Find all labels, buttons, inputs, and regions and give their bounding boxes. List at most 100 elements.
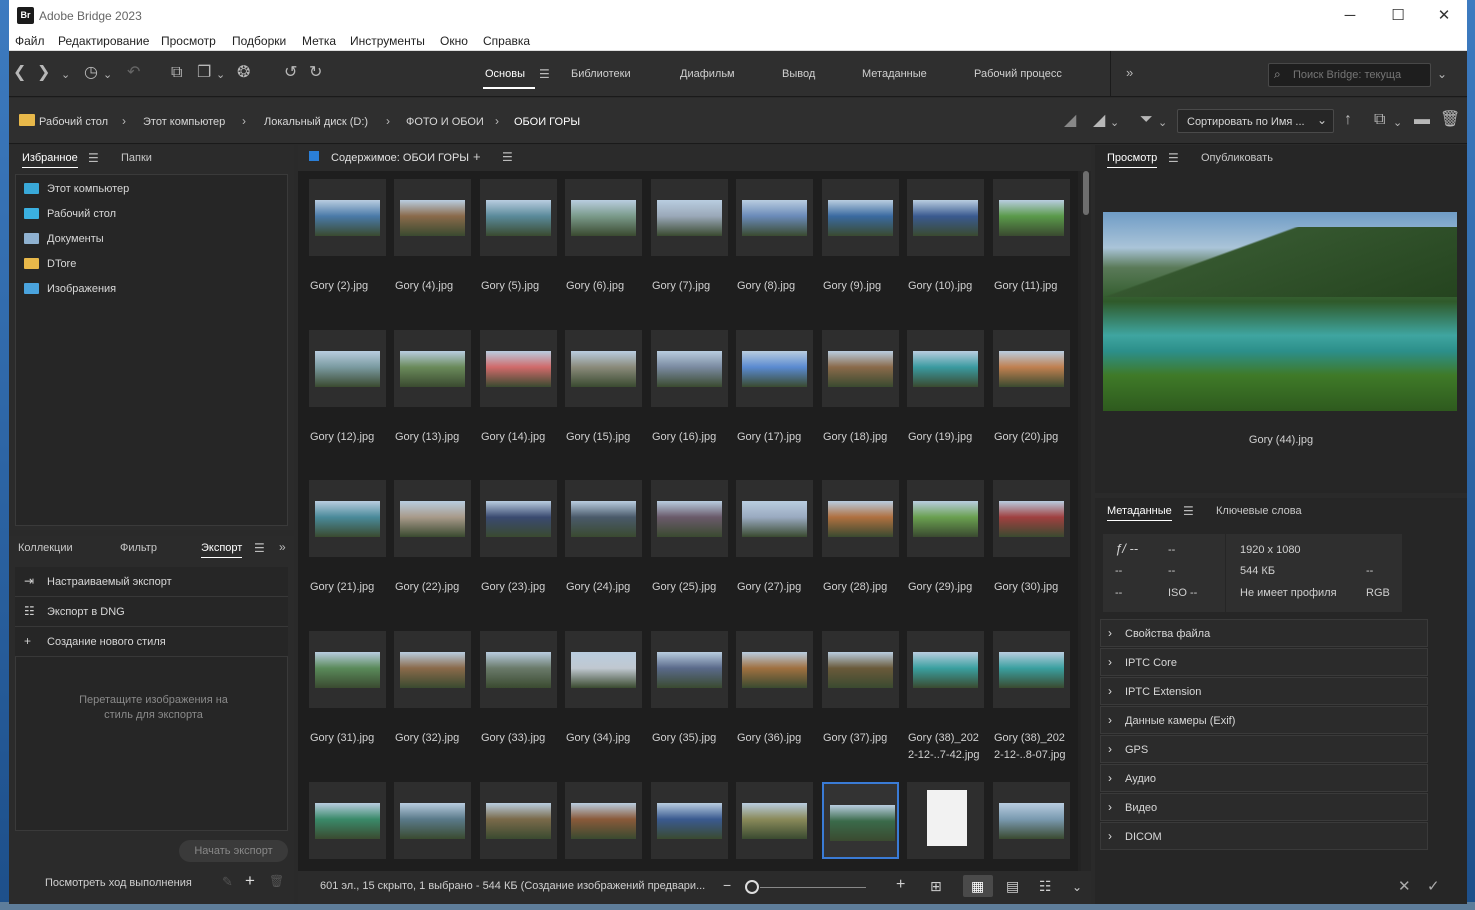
zoom-out-icon[interactable]: −	[723, 877, 731, 893]
favorite-item-pictures[interactable]: Изображения	[24, 280, 274, 298]
thumbnail-frame[interactable]	[309, 179, 386, 256]
thumbnail-item[interactable]: Gory (6).jpg	[565, 179, 642, 327]
thumbnail-item[interactable]: Gory (37).jpg	[822, 631, 899, 779]
details-view-icon[interactable]: ▤	[1006, 878, 1019, 895]
thumbnail-item[interactable]	[736, 782, 813, 871]
favorite-item-documents[interactable]: Документы	[24, 230, 274, 248]
thumbnail-item[interactable]: Gory (11).jpg	[993, 179, 1070, 327]
thumbnail-item[interactable]: Gory (31).jpg	[309, 631, 386, 779]
tab-export[interactable]: Экспорт	[201, 542, 243, 558]
favorite-item-desktop[interactable]: Рабочий стол	[24, 205, 274, 223]
metadata-section[interactable]: › IPTC Core	[1100, 648, 1428, 676]
delete-icon[interactable]: 🗑	[269, 874, 284, 888]
thumbnail-frame[interactable]	[394, 480, 471, 557]
chevron-down-icon[interactable]: ⌄	[1158, 114, 1167, 132]
export-drop-zone[interactable]: Перетащите изображения на стиль для эксп…	[15, 657, 288, 831]
thumbnail-grid[interactable]: Gory (2).jpg Gory (4).jpg Gory (5).jpg Gory…	[298, 171, 1078, 871]
search-options-chevron-icon[interactable]: ⌄	[1437, 65, 1447, 83]
thumbnail-frame[interactable]	[480, 480, 557, 557]
metadata-section[interactable]: › DICOM	[1100, 822, 1428, 850]
add-icon[interactable]: +	[245, 871, 255, 891]
thumbnail-item[interactable]: Gory (38)_202 2-12-..7-42.jpg	[907, 631, 984, 779]
metadata-section[interactable]: › IPTC Extension	[1100, 677, 1428, 705]
thumbnail-item[interactable]	[907, 782, 984, 871]
content-scrollbar[interactable]	[1081, 171, 1091, 871]
thumbnail-item[interactable]: Gory (20).jpg	[993, 330, 1070, 478]
thumbnail-item[interactable]	[394, 782, 471, 871]
collapse-panel-icon[interactable]: »	[279, 540, 286, 554]
thumbnail-item[interactable]: Gory (12).jpg	[309, 330, 386, 478]
view-options-chevron-icon[interactable]: ⌄	[1072, 880, 1082, 894]
thumbnail-frame[interactable]	[822, 631, 899, 708]
thumbnail-frame[interactable]	[736, 631, 813, 708]
thumbnail-item[interactable]: Gory (18).jpg	[822, 330, 899, 478]
menu-label[interactable]: Метка	[302, 34, 336, 48]
panel-menu-icon[interactable]: ☰	[1183, 504, 1194, 518]
menu-edit[interactable]: Редактирование	[58, 34, 149, 48]
search-box[interactable]: ⌕	[1268, 63, 1431, 87]
recent-history-icon[interactable]: ◷	[84, 64, 98, 82]
thumbnail-item[interactable]: Gory (30).jpg	[993, 480, 1070, 628]
breadcrumb-photo-folder[interactable]: ФОТО И ОБОИ	[406, 116, 484, 128]
menu-window[interactable]: Окно	[440, 34, 468, 48]
open-recent-file-icon[interactable]: ⧉	[1374, 111, 1385, 129]
filter-icon[interactable]: ⏷	[1140, 111, 1153, 129]
thumbnail-item[interactable]	[993, 782, 1070, 871]
chevron-down-icon[interactable]: ⌄	[1393, 114, 1402, 132]
preview-image[interactable]	[1103, 212, 1457, 411]
thumbnail-frame[interactable]	[907, 179, 984, 256]
chevron-down-icon[interactable]: ⌄	[61, 66, 70, 84]
thumbnail-frame[interactable]	[565, 480, 642, 557]
thumbnail-item[interactable]: Gory (34).jpg	[565, 631, 642, 779]
refine-icon[interactable]: ❐	[197, 64, 211, 82]
zoom-slider-handle[interactable]	[745, 880, 759, 894]
thumbnail-frame[interactable]	[993, 480, 1070, 557]
thumbnail-item[interactable]: Gory (32).jpg	[394, 631, 471, 779]
metadata-section[interactable]: › GPS	[1100, 735, 1428, 763]
menu-view[interactable]: Просмотр	[161, 34, 216, 48]
minimize-button[interactable]: ─	[1340, 6, 1360, 26]
zoom-slider-track[interactable]	[760, 887, 866, 888]
thumbnail-item[interactable]: Gory (17).jpg	[736, 330, 813, 478]
maximize-button[interactable]: ☐	[1388, 6, 1408, 26]
thumbnail-frame[interactable]	[565, 782, 642, 859]
tab-collections[interactable]: Коллекции	[18, 542, 73, 554]
chevron-down-icon[interactable]: ⌄	[1110, 114, 1119, 132]
thumbnail-item[interactable]: Gory (38)_202 2-12-..8-07.jpg	[993, 631, 1070, 779]
thumbnail-item[interactable]	[651, 782, 728, 871]
thumbnail-item[interactable]: Gory (7).jpg	[651, 179, 728, 327]
menu-tools[interactable]: Инструменты	[350, 34, 425, 48]
thumbnail-frame[interactable]	[907, 782, 984, 859]
forward-icon[interactable]: ❯	[37, 64, 50, 82]
menu-file[interactable]: Файл	[15, 34, 45, 48]
export-item-new-preset[interactable]: + Создание нового стиля	[15, 627, 288, 657]
thumbnail-item[interactable]: Gory (4).jpg	[394, 179, 471, 327]
search-input[interactable]	[1293, 68, 1429, 82]
thumbnail-frame[interactable]	[394, 782, 471, 859]
thumbnail-item[interactable]: Gory (25).jpg	[651, 480, 728, 628]
thumbnail-frame[interactable]	[309, 480, 386, 557]
workspace-tab-output[interactable]: Вывод	[782, 68, 815, 80]
tab-filter[interactable]: Фильтр	[120, 542, 157, 554]
thumbnail-item[interactable]: Gory (9).jpg	[822, 179, 899, 327]
thumbnail-frame[interactable]	[394, 330, 471, 407]
tab-publish[interactable]: Опубликовать	[1201, 152, 1273, 164]
thumbnail-frame[interactable]	[736, 179, 813, 256]
thumbnail-item[interactable]: Gory (21).jpg	[309, 480, 386, 628]
metadata-section[interactable]: › Аудио	[1100, 764, 1428, 792]
sort-dropdown[interactable]: Сортировать по Имя ... ⌄	[1177, 109, 1334, 133]
breadcrumb-current-folder[interactable]: ОБОИ ГОРЫ	[514, 116, 580, 128]
thumbnail-item[interactable]: Gory (2).jpg	[309, 179, 386, 327]
favorite-item-dtore[interactable]: DTore	[24, 255, 274, 273]
thumbnail-item[interactable]: Gory (27).jpg	[736, 480, 813, 628]
photo-downloader-icon[interactable]: ❂	[237, 64, 250, 82]
thumbnail-item[interactable]: Gory (24).jpg	[565, 480, 642, 628]
workspace-tab-filmstrip[interactable]: Диафильм	[680, 68, 735, 80]
thumbnail-item[interactable]: Gory (19).jpg	[907, 330, 984, 478]
thumbnail-item[interactable]: Gory (10).jpg	[907, 179, 984, 327]
thumbnail-item[interactable]	[565, 782, 642, 871]
breadcrumb-this-pc[interactable]: Этот компьютер	[143, 116, 225, 128]
thumbnail-item[interactable]	[822, 782, 899, 871]
thumbnail-item[interactable]: Gory (36).jpg	[736, 631, 813, 779]
workspace-tab-workflow[interactable]: Рабочий процесс	[974, 68, 1062, 80]
